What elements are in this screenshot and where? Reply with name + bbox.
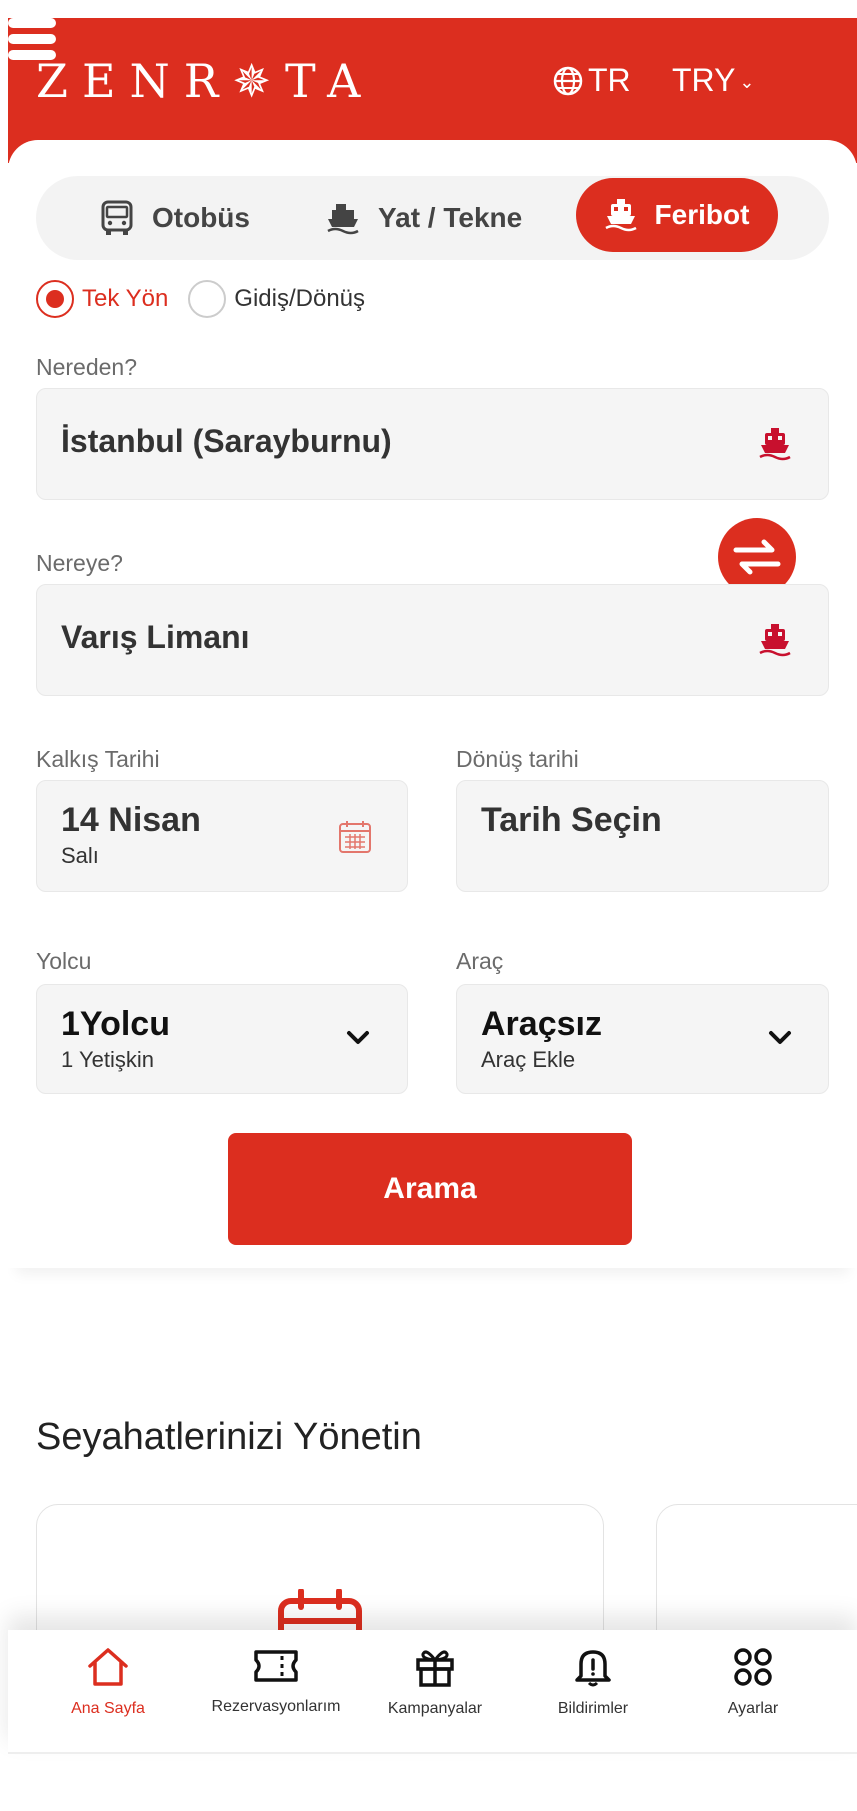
- nav-campaigns[interactable]: Kampanyalar: [370, 1630, 500, 1754]
- language-label: TR: [588, 62, 631, 98]
- departure-label: Kalkış Tarihi: [36, 746, 160, 772]
- ferry-icon: [759, 428, 791, 461]
- return-date-field[interactable]: Tarih Seçin: [456, 780, 829, 892]
- ticket-icon: [254, 1650, 298, 1682]
- passenger-count: 1Yolcu: [61, 1005, 170, 1043]
- tab-ferry-label: Feribot: [654, 199, 750, 230]
- calendar-icon: [339, 821, 371, 853]
- vehicle-selector[interactable]: Araçsız Araç Ekle: [456, 984, 829, 1094]
- from-field[interactable]: İstanbul (Sarayburnu): [36, 388, 829, 500]
- passenger-detail: 1 Yetişkin: [61, 1047, 154, 1072]
- departure-date-field[interactable]: 14 Nisan Salı: [36, 780, 408, 892]
- nav-campaigns-label: Kampanyalar: [387, 1700, 483, 1717]
- menu-bar: [8, 18, 56, 28]
- nav-reservations[interactable]: Rezervasyonlarım: [196, 1630, 356, 1754]
- currency-label: TRY: [672, 62, 736, 98]
- add-vehicle-text: Araç Ekle: [481, 1047, 576, 1072]
- nav-settings[interactable]: Ayarlar: [698, 1630, 808, 1754]
- gift-icon: [416, 1650, 454, 1687]
- tab-yacht-label: Yat / Tekne: [378, 202, 523, 233]
- round-trip-radio[interactable]: Gidiş/Dönüş: [188, 280, 365, 318]
- radio-unchecked-icon: [188, 280, 227, 318]
- app-frame: ZENR✵TA TR TRY ⌄ Otobüs Yat / Tekne Feri…: [8, 18, 857, 1754]
- return-label: Dönüş tarihi: [456, 746, 579, 772]
- section-title: Seyahatlerinizi Yönetin: [36, 1416, 422, 1458]
- vehicle-label: Araç: [456, 948, 504, 974]
- tab-bus[interactable]: Otobüs: [100, 176, 250, 260]
- from-label: Nereden?: [36, 354, 138, 380]
- vehicle-value: Araçsız: [481, 1005, 602, 1043]
- menu-bar: [8, 34, 56, 44]
- yacht-icon: [327, 204, 359, 235]
- to-value: Varış Limanı: [61, 619, 250, 655]
- nav-notifications[interactable]: Bildirimler: [528, 1630, 658, 1754]
- passenger-label: Yolcu: [36, 948, 92, 974]
- chevron-down-icon: [347, 1031, 369, 1044]
- chevron-down-icon: [769, 1031, 791, 1044]
- bus-icon: [101, 200, 133, 235]
- nav-notifications-label: Bildirimler: [557, 1700, 629, 1717]
- globe-icon: [553, 66, 583, 95]
- chevron-down-icon: ⌄: [739, 72, 755, 92]
- one-way-radio[interactable]: Tek Yön: [36, 280, 168, 318]
- grid-icon: [734, 1648, 772, 1686]
- tab-bus-label: Otobüs: [152, 202, 250, 233]
- home-icon: [88, 1648, 128, 1686]
- passenger-selector[interactable]: 1Yolcu 1 Yetişkin: [36, 984, 408, 1094]
- nav-home-label: Ana Sayfa: [71, 1700, 145, 1717]
- to-label: Nereye?: [36, 550, 123, 576]
- tab-ferry[interactable]: Feribot: [576, 178, 778, 252]
- bottom-navigation: Ana Sayfa Rezervasyonlarım Kampanyalar B…: [8, 1630, 857, 1754]
- currency-selector[interactable]: TRY ⌄: [672, 62, 755, 99]
- departure-weekday: Salı: [61, 843, 99, 868]
- bell-icon: [575, 1650, 611, 1687]
- trip-type-selector: Tek Yön Gidiş/Dönüş: [36, 280, 365, 318]
- radio-checked-icon: [36, 280, 74, 318]
- nav-reservations-label: Rezervasyonlarım: [211, 1698, 341, 1715]
- ferry-icon: [604, 199, 637, 232]
- swap-arrows-icon: [733, 539, 781, 575]
- nav-settings-label: Ayarlar: [727, 1700, 779, 1717]
- return-date-value: Tarih Seçin: [481, 801, 662, 839]
- transport-mode-tabs: Otobüs Yat / Tekne Feribot: [36, 176, 829, 260]
- from-value: İstanbul (Sarayburnu): [61, 423, 392, 459]
- brand-logo[interactable]: ZENR✵TA: [36, 54, 374, 108]
- language-selector[interactable]: TR: [552, 62, 631, 99]
- nav-home[interactable]: Ana Sayfa: [48, 1630, 168, 1754]
- departure-date-value: 14 Nisan: [61, 801, 201, 839]
- to-field[interactable]: Varış Limanı: [36, 584, 829, 696]
- ferry-icon: [759, 624, 791, 657]
- one-way-label: Tek Yön: [82, 285, 169, 312]
- search-button[interactable]: Arama: [228, 1133, 632, 1245]
- tab-yacht[interactable]: Yat / Tekne: [326, 176, 522, 260]
- round-trip-label: Gidiş/Dönüş: [234, 285, 366, 312]
